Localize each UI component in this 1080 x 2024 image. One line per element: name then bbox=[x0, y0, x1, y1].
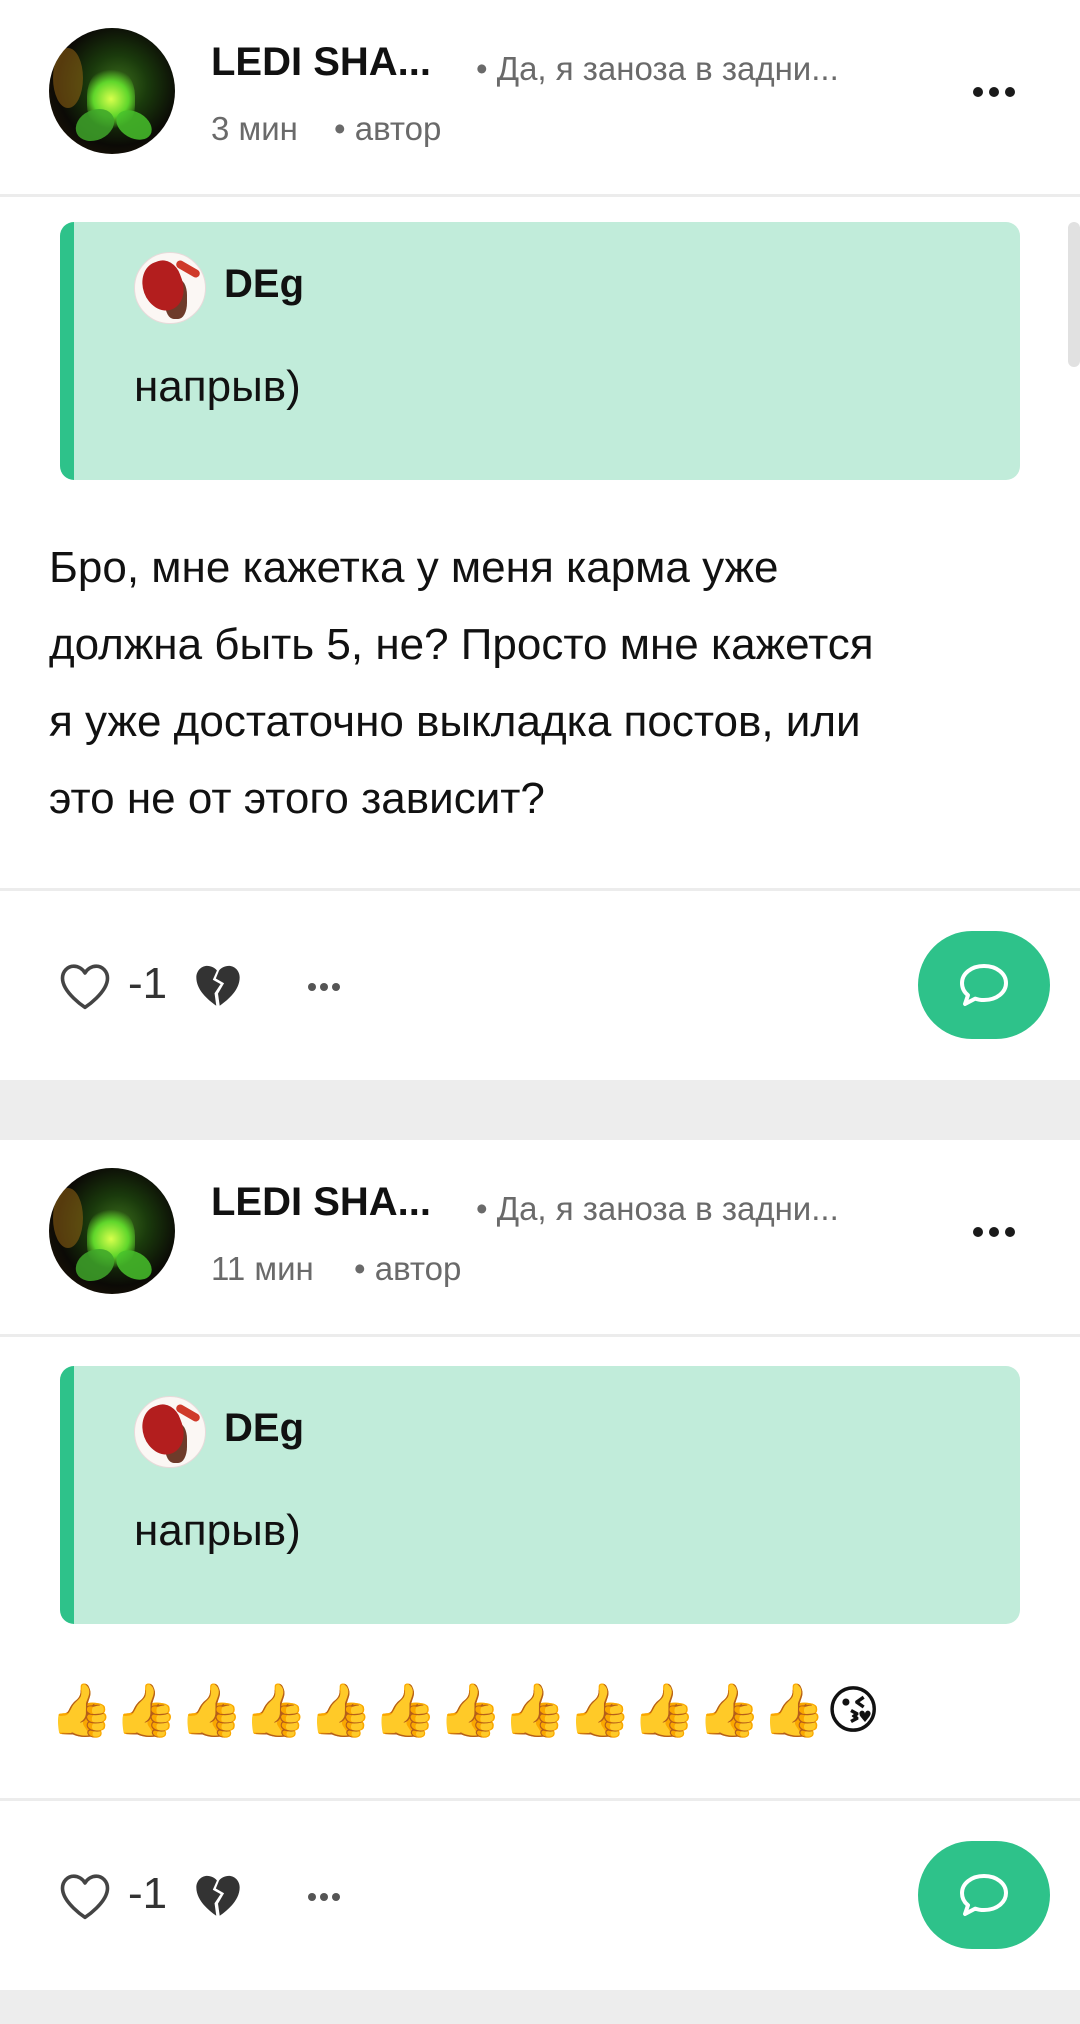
quoted-author-name: DEg bbox=[224, 262, 304, 306]
broken-heart-icon[interactable] bbox=[192, 961, 244, 1009]
author-role-badge: • автор bbox=[354, 1250, 462, 1287]
more-options-icon[interactable] bbox=[962, 60, 1026, 124]
more-horizontal-icon[interactable] bbox=[300, 969, 348, 1005]
more-horizontal-icon[interactable] bbox=[300, 1879, 348, 1915]
comment-card: LEDI SHA... • Да, я заноза в задни... 11… bbox=[0, 1140, 1080, 1990]
quoted-comment[interactable]: DEg напрыв) bbox=[60, 1366, 1020, 1624]
comment-actions: -1 bbox=[0, 888, 1080, 1078]
comment-header: LEDI SHA... • Да, я заноза в задни... 11… bbox=[0, 1140, 1080, 1337]
comment-body-line: это не от этого зависит? bbox=[49, 774, 545, 823]
broken-heart-icon[interactable] bbox=[192, 1871, 244, 1919]
author-status: • Да, я заноза в задни... bbox=[476, 1190, 839, 1227]
comment-actions: -1 bbox=[0, 1798, 1080, 1988]
comment-body-line: я уже достаточно выкладка постов, или bbox=[49, 697, 861, 746]
quoted-author-name: DEg bbox=[224, 1406, 304, 1450]
author-name[interactable]: LEDI SHA... bbox=[211, 40, 431, 85]
comment-header: LEDI SHA... • Да, я заноза в задни... 3 … bbox=[0, 0, 1080, 197]
chat-bubble-icon bbox=[960, 964, 1008, 1006]
author-status: • Да, я заноза в задни... bbox=[476, 50, 839, 87]
reply-button[interactable] bbox=[918, 931, 1050, 1039]
more-options-icon[interactable] bbox=[962, 1200, 1026, 1264]
comment-score: -1 bbox=[128, 1869, 168, 1918]
scrollbar[interactable] bbox=[1068, 222, 1080, 367]
quoted-comment[interactable]: DEg напрыв) bbox=[60, 222, 1020, 480]
author-role-badge: • автор bbox=[334, 110, 442, 147]
quoted-text: напрыв) bbox=[134, 1506, 301, 1555]
quoted-author-avatar bbox=[134, 1396, 206, 1468]
heart-outline-icon[interactable] bbox=[58, 1871, 112, 1921]
quoted-text: напрыв) bbox=[134, 362, 301, 411]
heart-outline-icon[interactable] bbox=[58, 961, 112, 1011]
comment-score: -1 bbox=[128, 959, 168, 1008]
author-avatar[interactable] bbox=[49, 28, 175, 154]
comment-body: Бро, мне кажетка у меня карма уже должна… bbox=[49, 529, 1039, 837]
author-name[interactable]: LEDI SHA... bbox=[211, 1180, 431, 1225]
reply-button[interactable] bbox=[918, 1841, 1050, 1949]
comment-time: 3 мин bbox=[211, 110, 298, 147]
quoted-author-avatar bbox=[134, 252, 206, 324]
comment-body: 👍👍👍👍👍👍👍👍👍👍👍👍😘 bbox=[49, 1681, 881, 1741]
comment-card: LEDI SHA... • Да, я заноза в задни... 3 … bbox=[0, 0, 1080, 1080]
comment-body-line: должна быть 5, не? Просто мне кажется bbox=[49, 620, 874, 669]
author-avatar[interactable] bbox=[49, 1168, 175, 1294]
comment-body-line: Бро, мне кажетка у меня карма уже bbox=[49, 543, 779, 592]
comment-time: 11 мин bbox=[211, 1250, 314, 1287]
chat-bubble-icon bbox=[960, 1874, 1008, 1916]
